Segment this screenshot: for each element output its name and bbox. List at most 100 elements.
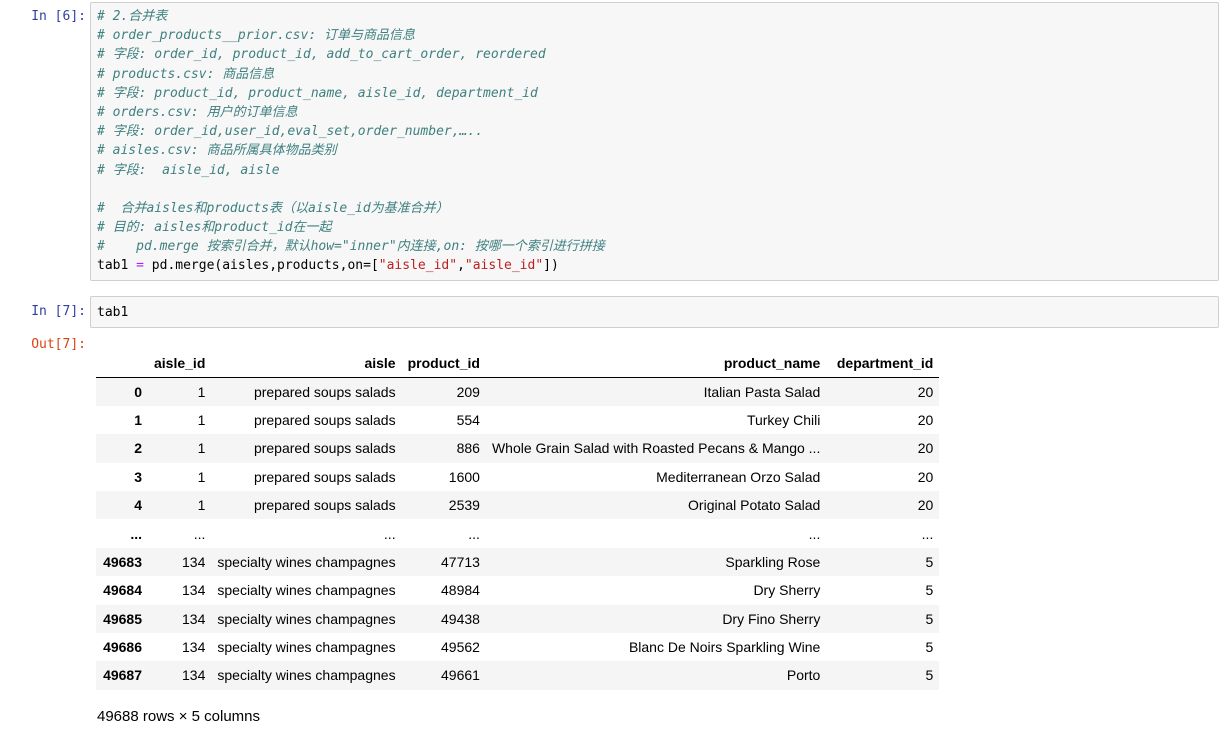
table-cell: 1 (197, 440, 206, 457)
header-product-name: product_name (485, 349, 827, 378)
table-cell: Dry Sherry (753, 582, 821, 599)
table-cell: 5 (925, 667, 934, 684)
code-comment: # 2.合并表 (97, 9, 168, 24)
cell-7-code[interactable]: tab1 (91, 297, 1218, 326)
table-cell: 886 (456, 440, 480, 457)
code-line: # 字段: product_id, product_name, aisle_id… (97, 84, 1212, 103)
table-cell: Sparkling Rose (725, 553, 821, 570)
table-row: .................. (96, 519, 940, 548)
table-cell: 134 (182, 553, 206, 570)
code-line: # aisles.csv: 商品所属具体物品类别 (97, 141, 1212, 160)
table-row: 49685 134 specialty wines champagnes 49438 D… (96, 604, 940, 633)
code-comment: # order_products__prior.csv: 订单与商品信息 (97, 28, 415, 44)
table-row: 3 1 prepared soups salads 1600 Mediterranean… (96, 462, 940, 491)
row-index: 49683 (103, 553, 142, 570)
table-cell: prepared soups salads (253, 411, 396, 428)
table-cell: 1 (197, 468, 206, 485)
code-line: # orders.csv: 用户的订单信息 (97, 103, 1212, 122)
code-comment: # 目的: aisles和product_id在一起 (97, 220, 332, 236)
table-cell: 5 (925, 610, 934, 627)
code-line: tab1 = pd.merge(aisles,products,on=["ais… (97, 256, 1212, 275)
table-cell: Dry Fino Sherry (722, 610, 821, 627)
table-row: 4 1 prepared soups salads 2539 Original Pota… (96, 490, 940, 520)
header-department-id: department_id (826, 349, 940, 378)
cell-7-code-editor[interactable]: tab1 (90, 296, 1219, 328)
row-index: 0 (134, 383, 142, 400)
table-cell: ... (468, 525, 480, 542)
code-comment: # 字段: order_id,user_id,eval_set,order_nu… (97, 124, 484, 140)
table-cell: 554 (456, 411, 480, 428)
table-cell: Mediterranean Orzo Salad (656, 468, 821, 485)
table-cell: specialty wines champagnes (217, 610, 396, 627)
table-cell: 1 (197, 411, 206, 428)
table-cell: specialty wines champagnes (217, 582, 396, 599)
header-aisle: aisle (211, 349, 402, 378)
code-text: tab1 (97, 258, 137, 274)
dataframe-header-row: aisle_id aisle product_id product_name d… (96, 349, 940, 378)
row-index: 1 (134, 411, 142, 428)
code-comment: # 字段: aisle_id, aisle (97, 162, 280, 178)
code-line: # order_products__prior.csv: 订单与商品信息 (97, 26, 1212, 45)
table-cell: 20 (917, 411, 934, 428)
table-cell: 5 (925, 553, 934, 570)
code-comment: # products.csv: 商品信息 (97, 66, 275, 82)
table-cell: 20 (917, 497, 934, 514)
table-cell: Turkey Chili (746, 411, 821, 428)
code-line: # 字段: order_id, product_id, add_to_cart_… (97, 45, 1212, 64)
table-cell: 20 (917, 383, 934, 400)
code-line: # 目的: aisles和product_id在一起 (97, 218, 1212, 237)
table-cell: prepared soups salads (253, 383, 396, 400)
row-index: ... (130, 525, 142, 542)
table-cell: specialty wines champagnes (217, 667, 396, 684)
table-cell: ... (921, 525, 934, 542)
code-comment: # aisles.csv: 商品所属具体物品类别 (97, 143, 337, 159)
table-cell: 49438 (441, 610, 480, 627)
header-index (96, 349, 148, 378)
table-cell: 134 (182, 582, 206, 599)
row-index: 2 (134, 440, 142, 457)
table-cell: specialty wines champagnes (217, 639, 396, 656)
table-cell: prepared soups salads (253, 440, 396, 457)
cell-6-code[interactable]: # 2.合并表 # order_products__prior.csv: 订单与商… (91, 3, 1218, 280)
table-cell: 1 (197, 383, 206, 400)
table-cell: 20 (917, 468, 934, 485)
table-cell: 134 (182, 639, 206, 656)
code-line: # 2.合并表 (97, 7, 1212, 26)
table-row: 49686 134 specialty wines champagnes 49562 B… (96, 632, 940, 662)
table-cell: 48984 (441, 582, 480, 599)
table-row: 1 1 prepared soups salads 554 Turkey Chili 20 (96, 405, 940, 435)
table-cell: 1600 (448, 468, 480, 485)
table-row: 49684 134 specialty wines champagnes 48984 D… (96, 576, 940, 605)
table-cell: 134 (182, 610, 206, 627)
table-cell: Porto (786, 667, 821, 684)
code-text: ]) (543, 258, 559, 274)
code-comment: # pd.merge 按索引合并，默认how="inner"内连接,on: 按哪… (97, 239, 605, 255)
row-index: 49684 (103, 582, 142, 599)
code-comment: # orders.csv: 用户的订单信息 (97, 104, 298, 120)
table-cell: 20 (917, 440, 934, 457)
cell-6-code-editor[interactable]: # 2.合并表 # order_products__prior.csv: 订单与商… (90, 2, 1219, 281)
header-product-id: product_id (401, 349, 486, 378)
row-index: 4 (134, 497, 142, 514)
cell-7-out-prompt: Out[7]: (31, 337, 86, 352)
code-comment: # 字段: order_id, product_id, add_to_cart_… (97, 47, 546, 63)
code-comment: # 合并aisles和products表（以aisle_id为基准合并） (97, 200, 449, 216)
code-line: # 字段: aisle_id, aisle (97, 161, 1212, 180)
code-operator: = (136, 258, 144, 274)
table-cell: Italian Pasta Salad (703, 383, 821, 400)
table-cell: 1 (197, 497, 206, 514)
table-cell: 49562 (441, 639, 480, 656)
table-cell: 5 (925, 639, 934, 656)
table-cell: Whole Grain Salad with Roasted Pecans & … (491, 440, 821, 457)
table-cell: 134 (182, 667, 206, 684)
cell-7-in-prompt: In [7]: (31, 304, 86, 319)
table-cell: ... (383, 525, 396, 542)
table-cell: 5 (925, 582, 934, 599)
cell-6-in-prompt: In [6]: (31, 9, 86, 24)
row-index: 49685 (103, 610, 142, 627)
table-cell: prepared soups salads (253, 497, 396, 514)
row-index: 49686 (103, 639, 142, 656)
dataframe-summary: 49688 rows × 5 columns (97, 708, 261, 725)
table-row: 0 1 prepared soups salads 209 Italian Pasta … (96, 377, 940, 406)
